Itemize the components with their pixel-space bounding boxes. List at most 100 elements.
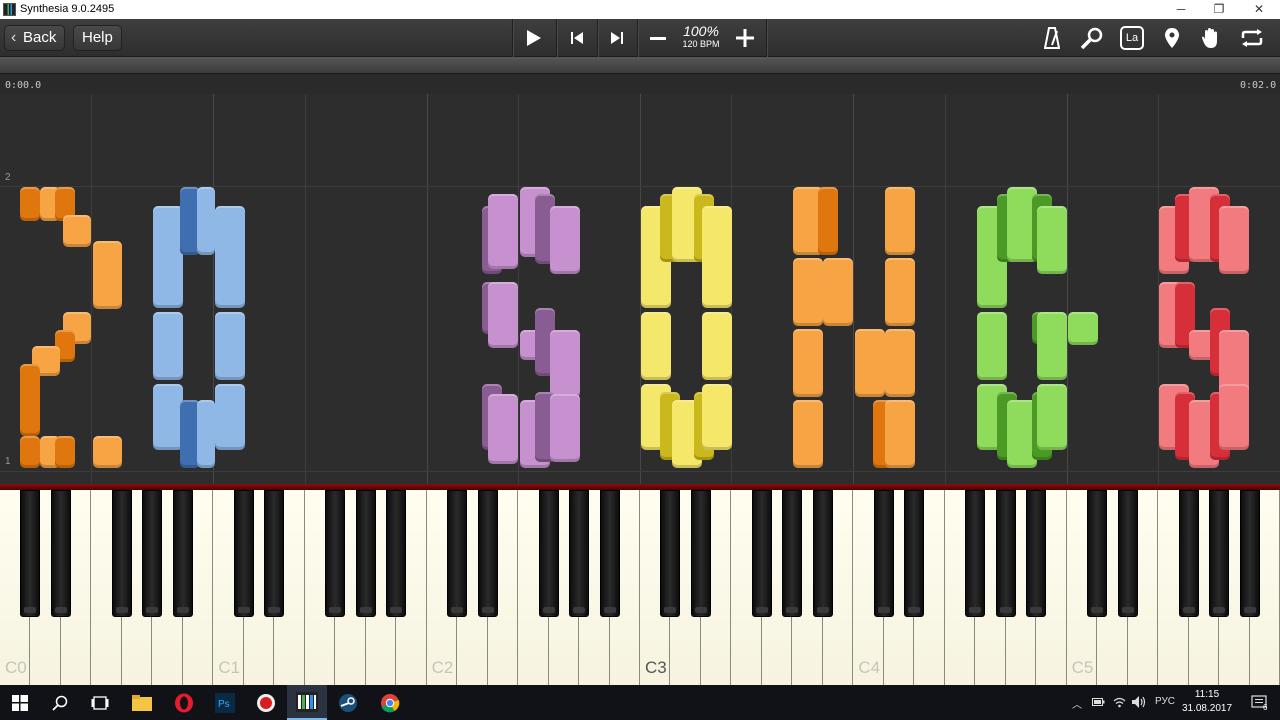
black-key[interactable] (1209, 490, 1230, 617)
recorder-taskbar-icon[interactable] (246, 685, 286, 720)
synthesia-app-icon (3, 3, 16, 16)
play-icon (527, 30, 541, 46)
start-button[interactable] (0, 685, 40, 720)
maximize-button[interactable]: ❐ (1199, 0, 1239, 19)
map-pin-icon (1165, 28, 1179, 48)
photoshop-taskbar-icon[interactable]: Ps (205, 685, 245, 720)
synthesia-icon (296, 691, 318, 712)
falling-note (702, 206, 732, 308)
black-key[interactable] (751, 490, 772, 617)
black-key[interactable] (995, 490, 1016, 617)
opera-icon (175, 693, 193, 712)
piano-keyboard[interactable]: C0 C1 C2 C3 C4 C5 (0, 490, 1280, 685)
falling-note (1219, 384, 1249, 450)
back-button[interactable]: ‹ Back (4, 25, 66, 51)
falling-note (977, 312, 1007, 380)
black-key[interactable] (782, 490, 803, 617)
folder-icon (132, 694, 152, 711)
black-key[interactable] (569, 490, 590, 617)
black-key[interactable] (477, 490, 498, 617)
hands-button[interactable] (1195, 19, 1227, 57)
task-view-icon (91, 695, 109, 710)
octave-label: C4 (858, 658, 881, 677)
black-key[interactable] (50, 490, 71, 617)
bookmark-button[interactable] (1156, 19, 1188, 57)
toolbar-divider (556, 19, 557, 57)
black-key[interactable] (690, 490, 711, 617)
wifi-icon[interactable] (1113, 696, 1126, 708)
skip-forward-button[interactable] (600, 19, 634, 57)
falling-note (702, 312, 732, 380)
file-explorer-taskbar-icon[interactable] (122, 685, 162, 720)
black-key[interactable] (1117, 490, 1138, 617)
black-key[interactable] (873, 490, 894, 617)
falling-note (885, 400, 915, 468)
zoom-button[interactable] (1076, 19, 1108, 57)
tempo-decrease-button[interactable] (641, 19, 675, 57)
settings-button[interactable]: La (1116, 19, 1148, 57)
battery-icon[interactable] (1092, 698, 1105, 706)
falling-note (488, 194, 518, 269)
falling-note (93, 436, 122, 468)
play-button[interactable] (516, 19, 552, 57)
black-key[interactable] (1087, 490, 1108, 617)
black-key[interactable] (1178, 490, 1199, 617)
falling-note (197, 187, 215, 255)
toolbar-divider (597, 19, 598, 57)
black-key[interactable] (904, 490, 925, 617)
action-center-button[interactable]: 6 (1240, 685, 1280, 720)
black-key[interactable] (447, 490, 468, 617)
timeline-scrubber[interactable] (0, 57, 1280, 74)
loop-button[interactable] (1235, 19, 1269, 57)
black-key[interactable] (812, 490, 833, 617)
falling-note (793, 400, 823, 468)
black-key[interactable] (111, 490, 132, 617)
black-key[interactable] (20, 490, 41, 617)
black-key[interactable] (599, 490, 620, 617)
falling-note (702, 384, 732, 450)
toolbar-divider (766, 19, 767, 57)
metronome-button[interactable] (1036, 19, 1068, 57)
falling-note (215, 312, 245, 380)
black-key[interactable] (965, 490, 986, 617)
tempo-increase-button[interactable] (728, 19, 762, 57)
steam-taskbar-icon[interactable] (328, 685, 368, 720)
chrome-icon (381, 693, 400, 712)
input-language[interactable]: РУС (1155, 696, 1175, 707)
tempo-display: 100% 120 BPM (674, 24, 728, 50)
timeline[interactable]: 0:00.0 0:02.0 (0, 57, 1280, 94)
tray-chevron-icon[interactable]: ︿ (1072, 696, 1082, 711)
synthesia-taskbar-icon[interactable] (287, 685, 327, 720)
falling-note (885, 187, 915, 255)
falling-note (823, 258, 853, 326)
black-key[interactable] (1239, 490, 1260, 617)
notification-count: 6 (1263, 703, 1268, 712)
octave-label: C1 (218, 658, 241, 677)
skip-forward-icon (611, 32, 623, 44)
falling-note (793, 258, 823, 326)
falling-note (1068, 312, 1098, 345)
black-key[interactable] (660, 490, 681, 617)
black-key[interactable] (1026, 490, 1047, 617)
chrome-taskbar-icon[interactable] (370, 685, 410, 720)
search-button[interactable] (40, 685, 80, 720)
taskbar-clock[interactable]: 11:15 31.08.2017 (1180, 688, 1234, 716)
black-key[interactable] (233, 490, 254, 617)
loop-icon (1241, 29, 1263, 47)
black-key[interactable] (142, 490, 163, 617)
black-key[interactable] (172, 490, 193, 617)
black-key[interactable] (386, 490, 407, 617)
black-key[interactable] (325, 490, 346, 617)
black-key[interactable] (355, 490, 376, 617)
skip-back-button[interactable] (560, 19, 594, 57)
close-button[interactable]: ✕ (1239, 0, 1279, 19)
volume-icon[interactable] (1132, 696, 1146, 708)
black-key[interactable] (264, 490, 285, 617)
black-key[interactable] (538, 490, 559, 617)
task-view-button[interactable] (80, 685, 120, 720)
help-button[interactable]: Help (73, 25, 122, 51)
opera-taskbar-icon[interactable] (164, 685, 204, 720)
falling-note (855, 329, 885, 397)
minimize-button[interactable]: ─ (1161, 0, 1201, 19)
chevron-left-icon: ‹ (11, 29, 17, 46)
